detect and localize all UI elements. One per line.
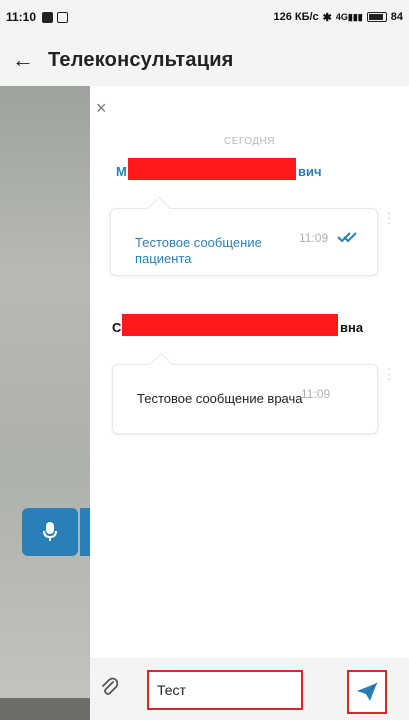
microphone-button[interactable]: [22, 508, 78, 556]
network-speed: 126 КБ/с: [273, 11, 319, 23]
bubble-tail: [147, 196, 171, 220]
bubble-tail: [149, 352, 173, 376]
send-icon: [357, 682, 378, 701]
message-menu-icon[interactable]: · · ·: [386, 362, 392, 385]
sender-name-suffix: вна: [340, 320, 364, 335]
video-bottom-strip: [0, 698, 90, 720]
arrow-left-icon[interactable]: ←: [0, 47, 40, 73]
message-bubble[interactable]: Тестовое сообщение пациента 11:09: [110, 196, 378, 276]
message-input[interactable]: [149, 672, 301, 708]
close-icon[interactable]: ×: [96, 98, 107, 119]
paperclip-icon[interactable]: [100, 676, 118, 696]
sender-name-prefix: М: [116, 164, 127, 179]
status-time: 11:10: [6, 10, 37, 24]
double-check-icon: [337, 232, 357, 243]
message-input-box[interactable]: [147, 670, 303, 710]
app-bar: ← Телеконсультация: [0, 34, 409, 86]
date-separator: СЕГОДНЯ: [223, 136, 276, 147]
message-menu-icon[interactable]: · · ·: [386, 206, 392, 229]
status-bar: 11:10 126 КБ/с ✱ 4G▮▮▮ 84: [0, 0, 409, 34]
battery-icon: [366, 12, 387, 22]
send-button[interactable]: [347, 670, 387, 714]
sender-name-redaction: [128, 158, 296, 180]
status-right: 126 КБ/с ✱ 4G▮▮▮ 84: [273, 11, 403, 24]
notification-icon: [42, 11, 54, 23]
microphone-icon: [43, 522, 57, 541]
sender-name-suffix: вич: [298, 164, 322, 179]
sender-name-prefix: С: [112, 320, 122, 335]
chat-panel: × СЕГОДНЯ М вич Тестовое сообщение пацие…: [90, 86, 409, 720]
signal-icon: 4G▮▮▮: [335, 11, 363, 22]
message-text: Тестовое сообщение пациента: [135, 235, 262, 266]
message-time: 11:09: [301, 387, 331, 401]
message-composer: [90, 658, 409, 720]
message-bubble[interactable]: Тестовое сообщение врача 11:09: [112, 352, 378, 434]
bluetooth-icon: ✱: [322, 11, 332, 24]
sender-name-redaction: [122, 314, 338, 336]
message-time: 11:09: [299, 231, 329, 245]
page-title: Телеконсультация: [48, 48, 234, 71]
message-text: Тестовое сообщение врача: [137, 391, 303, 406]
video-control-edge[interactable]: [80, 508, 90, 556]
battery-level: 84: [390, 11, 403, 23]
video-preview: [0, 86, 90, 720]
screen-icon: [57, 11, 69, 23]
